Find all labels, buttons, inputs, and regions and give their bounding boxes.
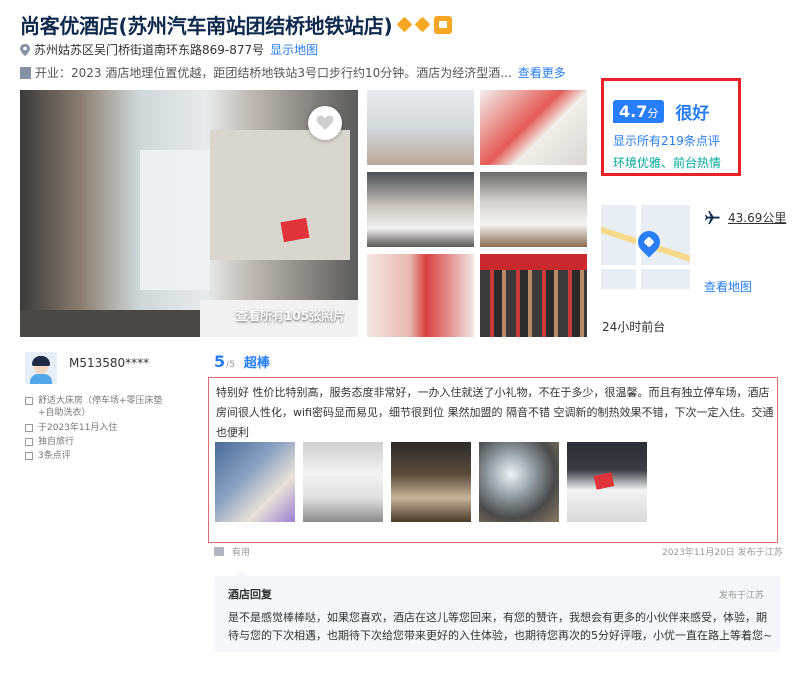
thumbs-up-icon (214, 547, 224, 556)
helpful-button[interactable]: 有用 (214, 545, 250, 558)
score-badge: 4.7分 (613, 100, 665, 123)
review-icon (25, 452, 33, 460)
rating-value: 5 (214, 352, 226, 371)
review-text: 特别好 性价比特别高，服务态度非常好，一办入住就送了小礼物，不在于多少，很温馨。… (216, 386, 774, 439)
thumbnail-photo[interactable] (367, 172, 474, 247)
hotel-header: 尚客优酒店(苏州汽车南站团结桥地铁站店) (20, 10, 453, 39)
review-rating: 5 /5 超棒 (214, 352, 270, 371)
address-row: 苏州姑苏区吴门桥街道南环东路869-877号 显示地图 (20, 41, 318, 58)
calendar-icon (25, 424, 33, 432)
location-pin-icon (20, 43, 30, 56)
building-icon (20, 66, 31, 79)
reviewer-review-count: 3条点评 (38, 451, 71, 461)
score-label: 很好 (675, 104, 710, 124)
checkin-date: 于2023年11月入住 (38, 423, 118, 433)
review-content-box: 特别好 性价比特别高，服务态度非常好，一办入住就送了小礼物，不在于多少，很温馨。… (208, 377, 778, 543)
thumbnail-photo[interactable] (480, 90, 587, 165)
room-type-row: 舒适大床房（停车场+零压床垫+自助洗衣） (25, 395, 175, 419)
review-count-row: 3条点评 (25, 450, 71, 462)
helpful-label: 有用 (232, 548, 251, 558)
diamond-icon (415, 16, 431, 33)
main-hotel-photo[interactable] (20, 90, 358, 337)
avatar (25, 352, 57, 384)
hotel-title: 尚客优酒店(苏州汽车南站团结桥地铁站店) (20, 14, 393, 38)
trip-type-row: 独自旅行 (25, 436, 74, 448)
hotel-intro-row: 开业：2023 酒店地理位置优越，距团结桥地铁站3号口步行约10分钟。酒店为经济… (20, 64, 600, 81)
all-reviews-link[interactable]: 显示所有219条点评 (613, 132, 720, 149)
reply-text: 是不是感觉棒棒哒，如果您喜欢，酒店在这儿等您回来，有您的赞许，我想会有更多的小伙… (228, 611, 773, 642)
thumbnail-photo[interactable] (367, 254, 474, 337)
bed-icon (25, 397, 33, 405)
hotel-reply-box: 酒店回复 发布于江苏 是不是感觉棒棒哒，如果您喜欢，酒店在这儿等您回来，有您的赞… (214, 570, 780, 652)
score-row: 4.7分 很好 (613, 99, 709, 124)
favorite-heart-button[interactable] (308, 106, 342, 140)
facility-front-desk: 24小时前台 (602, 320, 666, 334)
rating-denominator: /5 (226, 360, 235, 370)
view-map-link[interactable]: 查看地图 (704, 278, 752, 295)
airport-distance[interactable]: 43.69公里 (728, 209, 786, 226)
show-map-link[interactable]: 显示地图 (270, 41, 318, 58)
reviewer-username: M513580**** (69, 356, 150, 370)
heart-icon (316, 115, 334, 130)
thumbs-up-badge-icon (434, 15, 453, 34)
review-date: 2023年11月20日 发布于江苏 (662, 548, 783, 558)
hotel-intro: 开业：2023 酒店地理位置优越，距团结桥地铁站3号口步行约10分钟。酒店为经济… (35, 66, 512, 80)
map-thumbnail[interactable] (601, 205, 690, 289)
diamond-icon (397, 16, 413, 33)
airport-distance-row: 43.69公里 (705, 209, 786, 226)
airplane-icon (705, 210, 720, 225)
thumbnail-photo[interactable] (367, 90, 474, 165)
review-photo[interactable] (391, 442, 471, 522)
review-photo[interactable] (303, 442, 383, 522)
trip-type: 独自旅行 (38, 437, 75, 447)
score-value: 4.7 (619, 102, 648, 121)
room-type: 舒适大床房（停车场+零压床垫+自助洗衣） (38, 396, 163, 418)
rating-word: 超棒 (243, 356, 270, 371)
score-summary-box: 4.7分 很好 显示所有219条点评 环境优雅、前台热情 (601, 78, 741, 176)
review-photo[interactable] (215, 442, 295, 522)
review-photo[interactable] (567, 442, 647, 522)
score-unit: 分 (647, 107, 659, 120)
checkin-row: 于2023年11月入住 (25, 422, 117, 434)
see-more-link[interactable]: 查看更多 (518, 64, 566, 81)
view-all-photos-link[interactable]: 查看所有105张照片 (236, 307, 345, 324)
review-photo[interactable] (479, 442, 559, 522)
hotel-address: 苏州姑苏区吴门桥街道南环东路869-877号 (34, 43, 265, 57)
reply-source: 发布于江苏 (719, 591, 765, 601)
thumbnail-photo[interactable] (480, 254, 587, 337)
traveler-icon (25, 438, 33, 446)
reply-title: 酒店回复 (228, 588, 272, 601)
review-tags: 环境优雅、前台热情 (613, 156, 722, 170)
thumbnail-photo[interactable] (480, 172, 587, 247)
